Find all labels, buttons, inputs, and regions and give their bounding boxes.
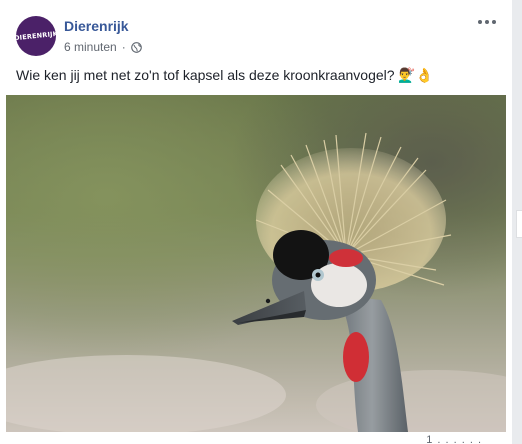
page-right-edge [512, 0, 522, 444]
meta-separator: · [121, 40, 126, 54]
post-photo-crowned-crane[interactable] [6, 95, 506, 432]
page-avatar[interactable]: DIERENRIJK [16, 16, 56, 56]
post-meta: 6 minuten · [64, 40, 142, 54]
page-name-link[interactable]: Dierenrijk [64, 18, 129, 34]
adjacent-panel-edge [516, 210, 522, 238]
avatar-logo-text: DIERENRIJK [16, 29, 56, 43]
post-timestamp[interactable]: 6 minuten [64, 40, 117, 54]
globe-icon[interactable] [130, 41, 142, 53]
post-text: Wie ken jij met net zo'n tof kapsel als … [16, 67, 434, 83]
facebook-post: DIERENRIJK Dierenrijk 6 minuten · Wie ke… [0, 0, 513, 444]
reaction-count-partial[interactable]: 1 . . . . . . [426, 434, 482, 444]
more-options-icon[interactable] [478, 14, 496, 30]
